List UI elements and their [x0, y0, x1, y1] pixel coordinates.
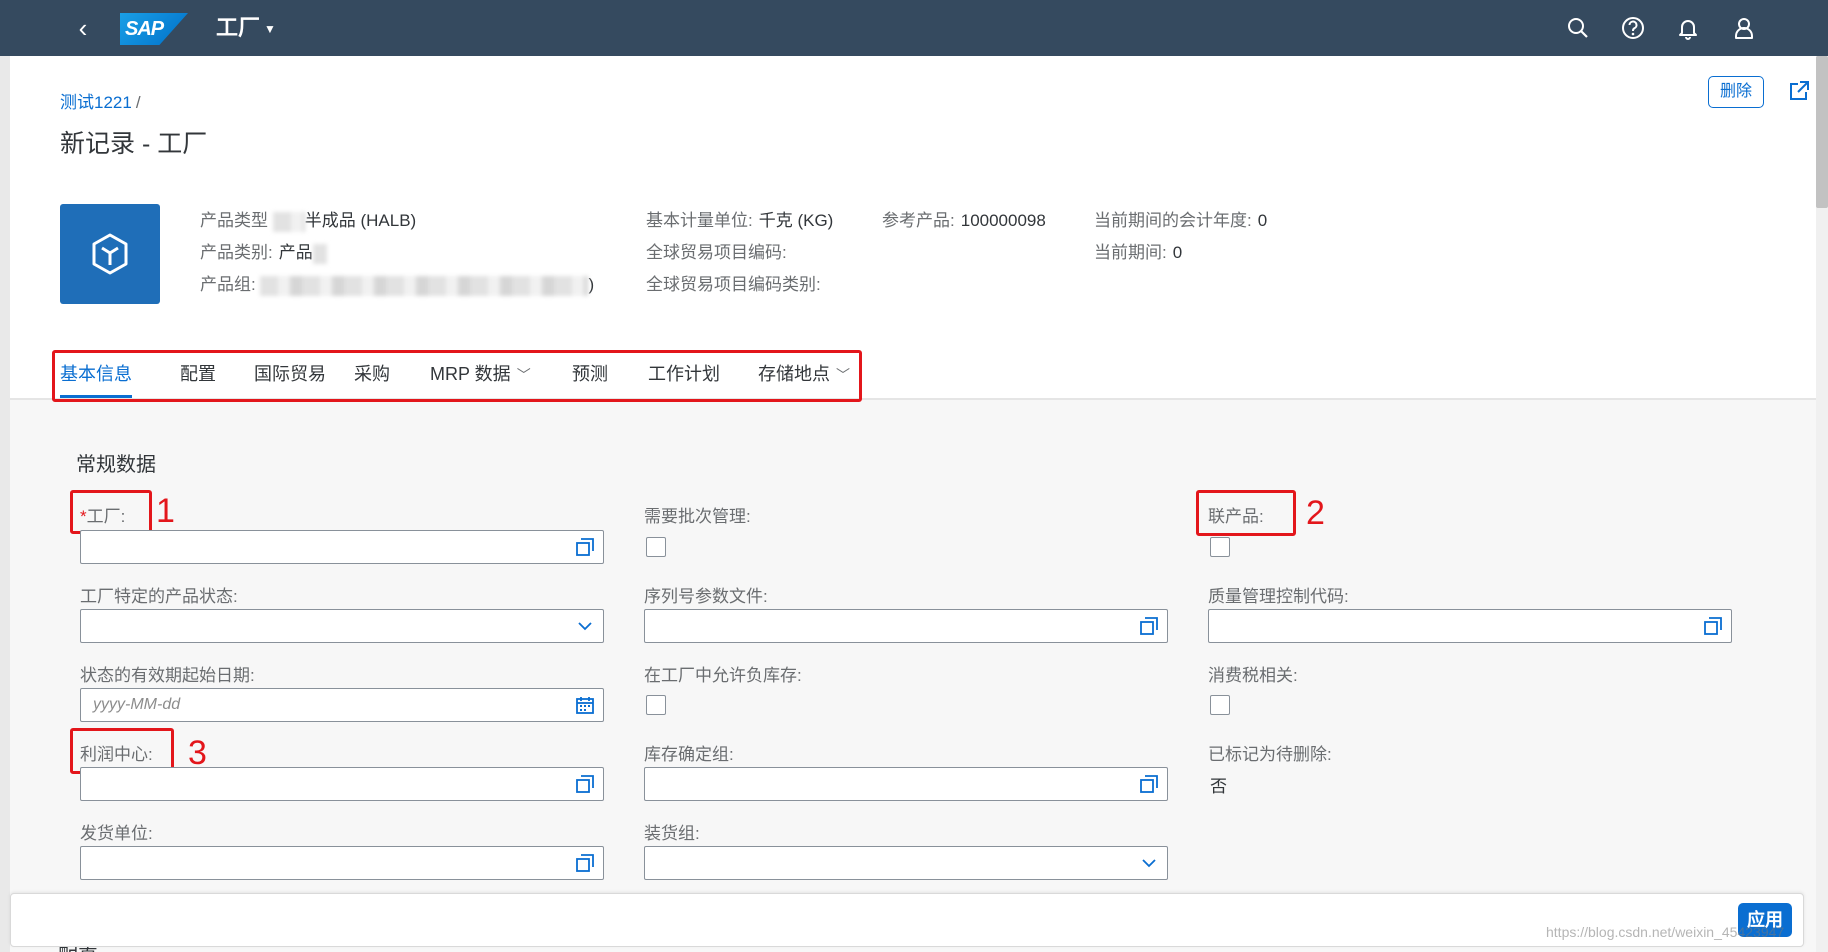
- marked-deletion-label: 已标记为待删除:: [1208, 745, 1332, 764]
- attr-label: 全球贸易项目编码:: [646, 243, 787, 262]
- attr-fiscal-year: 当前期间的会计年度: 0: [1094, 206, 1267, 231]
- notification-bell-icon[interactable]: [1674, 14, 1702, 42]
- attr-reference-product: 参考产品: 100000098: [882, 206, 1046, 231]
- left-edge: [0, 56, 10, 952]
- attr-value: ): [588, 275, 595, 294]
- attr-value: 100000098: [960, 211, 1046, 230]
- annotation-number-2: 2: [1306, 494, 1325, 532]
- status-valid-from-label: 状态的有效期起始日期:: [80, 666, 255, 685]
- serial-profile-input[interactable]: [644, 609, 1168, 643]
- search-icon[interactable]: [1564, 14, 1592, 42]
- qm-control-key-input[interactable]: [1208, 609, 1732, 643]
- status-valid-from-datepicker[interactable]: yyyy-MM-dd: [80, 688, 604, 722]
- annotation-box-tabs: [52, 350, 862, 402]
- attr-label: 当前期间的会计年度:: [1094, 211, 1252, 230]
- attr-base-unit: 基本计量单位: 千克 (KG): [646, 206, 833, 231]
- annotation-number-1: 1: [156, 492, 175, 530]
- attr-gtin: 全球贸易项目编码:: [646, 238, 793, 263]
- stock-det-group-input[interactable]: [644, 767, 1168, 801]
- plant-input[interactable]: [80, 530, 604, 564]
- negative-stock-checkbox[interactable]: [646, 695, 666, 715]
- value-help-icon[interactable]: [575, 537, 595, 557]
- attr-value: 千克 (KG): [758, 211, 834, 230]
- breadcrumb-separator: /: [135, 93, 141, 112]
- attr-label: 基本计量单位:: [646, 211, 753, 230]
- stock-det-group-label: 库存确定组:: [644, 745, 734, 764]
- caret-down-icon: ▼: [264, 22, 276, 37]
- batch-mgmt-label: 需要批次管理:: [644, 507, 751, 526]
- back-icon[interactable]: ‹: [72, 14, 94, 42]
- object-header: 测试1221/ 新记录 - 工厂 删除 产品类型 半成品 (HALB) 产品类别…: [10, 56, 1816, 400]
- value-help-icon[interactable]: [1139, 774, 1159, 794]
- excise-tax-label: 消费税相关:: [1208, 666, 1298, 685]
- negative-stock-label: 在工厂中允许负库存:: [644, 666, 802, 685]
- breadcrumb: 测试1221/: [60, 88, 141, 113]
- marked-deletion-value: 否: [1210, 777, 1227, 796]
- app-title-menu[interactable]: 工厂 ▼: [216, 14, 276, 43]
- attr-label: 全球贸易项目编码类别:: [646, 275, 821, 294]
- delete-button[interactable]: 删除: [1708, 76, 1764, 108]
- issue-unit-label: 发货单位:: [80, 824, 153, 843]
- serial-profile-label: 序列号参数文件:: [644, 587, 768, 606]
- attr-product-group: 产品组: ): [200, 270, 594, 296]
- attr-current-period: 当前期间: 0: [1094, 238, 1182, 263]
- page-title: 新记录 - 工厂: [60, 130, 208, 158]
- attr-gtin-category: 全球贸易项目编码类别:: [646, 270, 827, 295]
- watermark-text: https://blog.csdn.net/weixin_45423947: [1546, 924, 1785, 940]
- sap-logo-text: SAP: [125, 18, 164, 40]
- chevron-down-icon[interactable]: [575, 616, 595, 636]
- attr-label: 参考产品:: [882, 211, 955, 230]
- value-help-icon[interactable]: [575, 853, 595, 873]
- attr-label: 产品类型: [200, 211, 268, 230]
- cube-icon: [92, 233, 128, 275]
- sap-logo[interactable]: SAP: [120, 13, 188, 45]
- attr-label: 当前期间:: [1094, 243, 1167, 262]
- annotation-number-3: 3: [188, 734, 207, 772]
- date-placeholder: yyyy-MM-dd: [93, 696, 181, 713]
- section-title: 常规数据: [76, 454, 156, 476]
- redacted-blur: [260, 275, 589, 296]
- attr-label: 产品类别:: [200, 243, 273, 262]
- redacted-blur: [312, 243, 327, 264]
- annotation-box-1: [70, 490, 152, 534]
- profit-center-input[interactable]: [80, 767, 604, 801]
- app-title: 工厂: [216, 15, 261, 40]
- loading-group-select[interactable]: [644, 846, 1168, 880]
- excise-tax-checkbox[interactable]: [1210, 695, 1230, 715]
- attr-value: 产品: [278, 243, 313, 262]
- plant-status-select[interactable]: [80, 609, 604, 643]
- plant-status-label: 工厂特定的产品状态:: [80, 587, 238, 606]
- value-help-icon[interactable]: [1139, 616, 1159, 636]
- attr-value: 半成品 (HALB): [304, 211, 417, 230]
- shell-bar: ‹ SAP 工厂 ▼: [0, 0, 1828, 56]
- product-tile: [60, 204, 160, 304]
- calendar-icon[interactable]: [575, 695, 595, 715]
- chevron-down-icon[interactable]: [1139, 853, 1159, 873]
- attr-value: 0: [1257, 211, 1268, 230]
- user-icon[interactable]: [1730, 14, 1758, 42]
- qm-control-key-label: 质量管理控制代码:: [1208, 587, 1349, 606]
- co-product-checkbox[interactable]: [1210, 537, 1230, 557]
- scrollbar-thumb[interactable]: [1816, 56, 1828, 208]
- attr-product-category: 产品类别: 产品: [200, 238, 327, 264]
- footer-bar: [10, 893, 1804, 947]
- annotation-box-2: [1196, 490, 1296, 536]
- attr-label: 产品组:: [200, 275, 256, 294]
- batch-mgmt-checkbox[interactable]: [646, 537, 666, 557]
- breadcrumb-link[interactable]: 测试1221: [60, 93, 132, 112]
- attr-product-type: 产品类型 半成品 (HALB): [200, 206, 416, 232]
- share-icon[interactable]: [1786, 78, 1812, 104]
- value-help-icon[interactable]: [575, 774, 595, 794]
- help-icon[interactable]: [1619, 14, 1647, 42]
- issue-unit-input[interactable]: [80, 846, 604, 880]
- value-help-icon[interactable]: [1703, 616, 1723, 636]
- loading-group-label: 装货组:: [644, 824, 700, 843]
- attr-value: 0: [1172, 243, 1183, 262]
- redacted-blur: [272, 211, 305, 232]
